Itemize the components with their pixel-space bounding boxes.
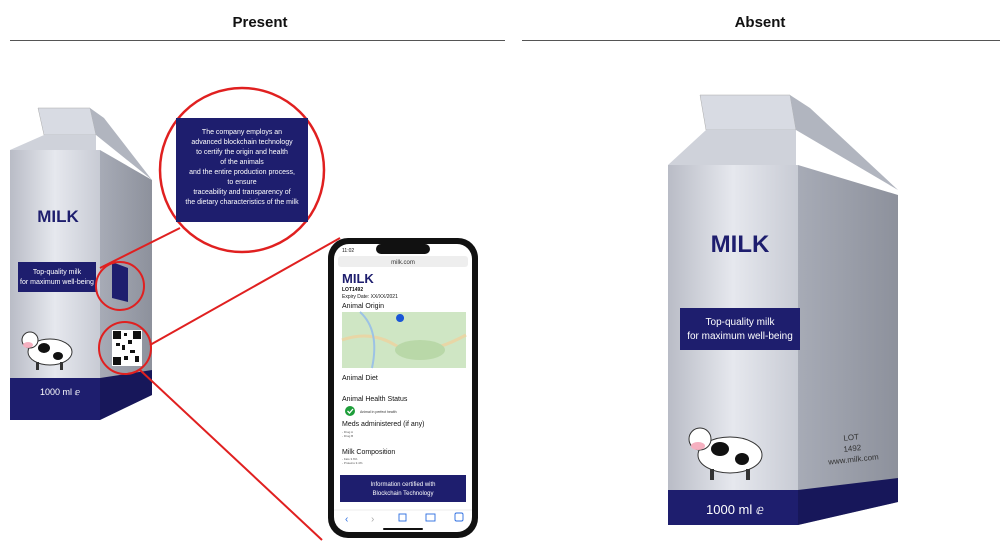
smartphone: 11:02 milk.com MILK LOT1492 Expiry Date:… (328, 238, 478, 538)
phone-expiry: Expiry Date: XX/XX/2021 (342, 294, 398, 300)
absent-carton-tagline-1: Top-quality milk (706, 317, 776, 328)
absent-carton-volume: 1000 ml ⅇ (706, 502, 764, 517)
phone-notch (376, 244, 430, 254)
phone-lot: LOT1492 (342, 287, 363, 293)
absent-carton-brand: MILK (711, 231, 770, 258)
absent-carton: MILK Top-quality milk for maximum well-b… (668, 94, 898, 525)
present-carton-volume: 1000 ml ⅇ (40, 387, 81, 397)
map-pin-icon (396, 314, 405, 322)
illustration-canvas: MILK Top-quality milk for maximum well-b… (10, 86, 898, 541)
present-carton-tagline-2: for maximum well-being (20, 279, 94, 286)
phone-health-status: Animal in perfect health (360, 410, 397, 414)
callout-line-4: of the animals (220, 159, 264, 166)
present-carton-brand: MILK (37, 207, 79, 226)
absent-carton-tagline-2: for maximum well-being (687, 331, 793, 342)
phone-section-diet: Animal Diet (342, 375, 378, 382)
phone-section-meds: Meds administered (if any) (342, 421, 424, 428)
absent-carton-tagline-box (680, 308, 800, 350)
phone-status-time: 11:02 (342, 248, 354, 254)
phone-home-indicator (383, 528, 423, 530)
callout-line-6: to ensure (227, 179, 256, 186)
phone-composition-2: - Proteins 3.4% (342, 461, 363, 465)
present-qr-code-icon (112, 330, 142, 366)
present-carton-tagline-box (18, 262, 96, 292)
callout-line-3: to certify the origin and health (196, 149, 288, 156)
phone-product-title: MILK (342, 271, 374, 286)
browser-back-icon[interactable]: ‹ (345, 514, 348, 525)
browser-forward-icon[interactable]: › (371, 514, 374, 525)
callout-line-8: the dietary characteristics of the milk (185, 199, 299, 206)
phone-section-origin: Animal Origin (342, 303, 384, 310)
phone-med-2: - Drug B (342, 434, 353, 438)
phone-origin-map[interactable] (341, 311, 467, 369)
callout-line-2: advanced blockchain technology (191, 139, 293, 146)
callout-line-5: and the entire production process, (189, 169, 295, 176)
present-carton-tagline-1: Top-quality milk (33, 269, 82, 276)
phone-certified-line-2: Blockchain Technology (373, 491, 434, 497)
health-check-icon (345, 406, 355, 416)
present-carton-bottom-band (10, 378, 100, 420)
absent-carton-lot-label: LOT (843, 432, 860, 443)
absent-carton-lot-number: 1492 (843, 443, 862, 454)
phone-certified-banner[interactable] (340, 475, 466, 502)
phone-certified-line-1: Information certified with (370, 482, 435, 488)
phone-section-composition: Milk Composition (342, 449, 395, 456)
phone-url[interactable]: milk.com (391, 260, 415, 266)
callout-line-7: traceability and transparency of (193, 189, 290, 196)
phone-section-health: Animal Health Status (342, 396, 408, 403)
callout-line-1: The company employs an (202, 129, 282, 136)
